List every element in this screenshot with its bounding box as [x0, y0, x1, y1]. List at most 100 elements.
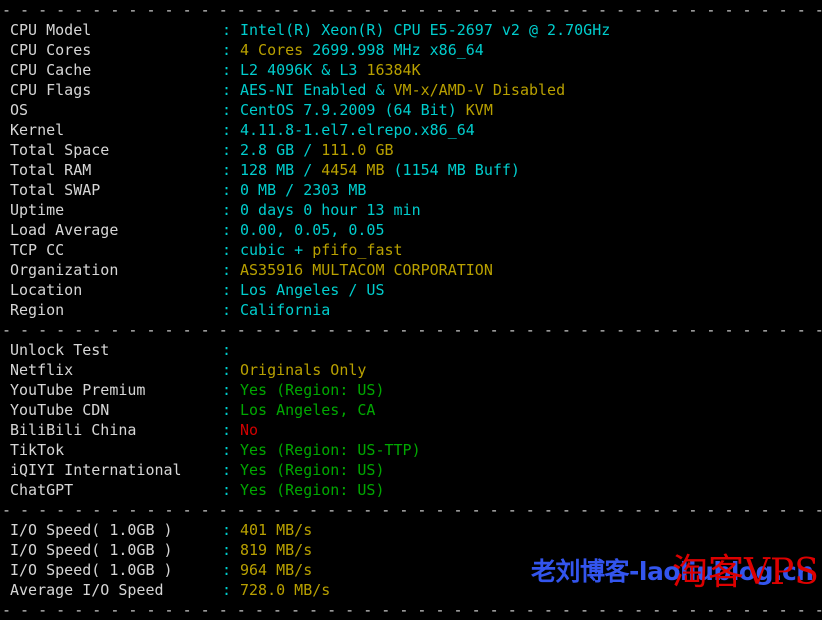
system-info-row-value: 2.8 GB / 111.0 GB [240, 140, 394, 160]
system-info-row: Total Space:2.8 GB / 111.0 GB [10, 140, 822, 160]
system-info-row-label: CPU Model [10, 21, 92, 39]
system-info-row: OS: CentOS 7.9.2009 (64 Bit) KVM [10, 100, 822, 120]
unlock-test-row-label: Unlock Test [10, 341, 110, 359]
unlock-test-row: YouTube CDN: Los Angeles, CA [10, 400, 822, 420]
system-info-row-value: CentOS 7.9.2009 (64 Bit) KVM [240, 100, 493, 120]
separator-top: - - - - - - - - - - - - - - - - - - - - … [2, 1, 822, 19]
system-info-row: Organization: AS35916 MULTACOM CORPORATIO… [10, 260, 822, 280]
io-speed-row-label: Average I/O Speed [10, 581, 164, 599]
system-info-row: Total SWAP:0 MB / 2303 MB [10, 180, 822, 200]
system-info-row-value-part: KVM [465, 101, 493, 119]
system-info-row-colon: : [222, 141, 232, 159]
system-info-row-colon: : [222, 161, 232, 179]
io-speed-row-value: 964 MB/s [240, 560, 312, 580]
system-info-row-value-part: 2699.998 MHz x86_64 [312, 41, 484, 59]
system-info-row-value-part: Los Angeles / US [240, 281, 385, 299]
unlock-test-row-value: Yes (Region: US) [240, 480, 385, 500]
io-speed-row-value: 819 MB/s [240, 540, 312, 560]
io-speed-row-value-part: 401 MB/s [240, 521, 313, 539]
system-info-row-value-part: 111.0 GB [321, 141, 394, 159]
system-info-row-value-part: & [321, 61, 340, 79]
system-info-section: CPU Model: Intel(R) Xeon(R) CPU E5-2697 v… [0, 20, 822, 320]
system-info-row-value: cubic + pfifo_fast [240, 240, 403, 260]
system-info-row-value-part: 2.8 GB / [240, 141, 322, 159]
system-info-row-value-part: 0.00, 0.05, 0.05 [240, 221, 385, 239]
system-info-row-colon: : [222, 261, 232, 279]
unlock-test-row-label: YouTube CDN [10, 401, 110, 419]
io-speed-row-value-part: 964 MB/s [240, 561, 313, 579]
unlock-test-row-colon: : [222, 401, 232, 419]
unlock-test-row-value-part: Yes (Region: US) [240, 481, 385, 499]
system-info-row: CPU Cache: L2 4096K & L3 16384K [10, 60, 822, 80]
io-speed-row-label: I/O Speed( 1.0GB ) [10, 521, 173, 539]
io-speed-row: I/O Speed( 1.0GB ):964 MB/s [10, 560, 822, 580]
unlock-test-section: Unlock Test: Netflix: Originals Only YouTub… [0, 340, 822, 500]
system-info-row-colon: : [222, 81, 232, 99]
system-info-row-value-part: 16384K [366, 61, 421, 79]
system-info-row-value: AES-NI Enabled & VM-x/AMD-V Disabled [240, 80, 565, 100]
system-info-row-colon: : [222, 21, 232, 39]
unlock-test-row-label: YouTube Premium [10, 381, 146, 399]
system-info-row-label: Kernel [10, 121, 65, 139]
io-speed-row-label: I/O Speed( 1.0GB ) [10, 541, 173, 559]
unlock-test-row-label: ChatGPT [10, 481, 74, 499]
system-info-row-label: Organization [10, 261, 119, 279]
system-info-row-value-part: 4.11.8-1.el7.elrepo.x86_64 [240, 121, 475, 139]
unlock-test-row: Netflix: Originals Only [10, 360, 822, 380]
system-info-row-value: Intel(R) Xeon(R) CPU E5-2697 v2 @ 2.70GH… [240, 20, 610, 40]
unlock-test-row-value-part: Yes (Region: US) [240, 381, 385, 399]
system-info-row-colon: : [222, 281, 232, 299]
system-info-row-value: 0.00, 0.05, 0.05 [240, 220, 385, 240]
system-info-row-value: California [240, 300, 330, 320]
unlock-test-row-value-part: Originals Only [240, 361, 367, 379]
system-info-row-value-part: CentOS 7.9.2009 (64 Bit) [240, 101, 466, 119]
system-info-row-value: AS35916 MULTACOM CORPORATION [240, 260, 493, 280]
unlock-test-row-value-part: No [240, 421, 259, 439]
unlock-test-row-value: Los Angeles, CA [240, 400, 375, 420]
system-info-row-label: Region [10, 301, 65, 319]
system-info-row: CPU Cores:4 Cores 2699.998 MHz x86_64 [10, 40, 822, 60]
system-info-row-value-part: AS35916 MULTACOM CORPORATION [240, 261, 493, 279]
system-info-row: Total RAM:128 MB / 4454 MB (1154 MB Buff… [10, 160, 822, 180]
io-speed-row: I/O Speed( 1.0GB ):819 MB/s [10, 540, 822, 560]
system-info-row-value-part: cubic + [240, 241, 313, 259]
system-info-row: Load Average:0.00, 0.05, 0.05 [10, 220, 822, 240]
io-speed-row-label: I/O Speed( 1.0GB ) [10, 561, 173, 579]
io-speed-row-colon: : [222, 541, 232, 559]
system-info-row: Region: California [10, 300, 822, 320]
unlock-test-row-value: No [240, 420, 258, 440]
system-info-row-colon: : [222, 201, 232, 219]
unlock-test-row-value: Originals Only [240, 360, 366, 380]
system-info-row-value: L2 4096K & L3 16384K [240, 60, 421, 80]
system-info-row-label: Load Average [10, 221, 119, 239]
unlock-test-row-colon: : [222, 421, 232, 439]
system-info-row-value-part: Intel(R) Xeon(R) CPU E5-2697 v2 @ 2.70GH… [240, 21, 611, 39]
system-info-row-label: Total SWAP [10, 181, 101, 199]
system-info-row-value-part: 4454 MB [321, 161, 394, 179]
unlock-test-row: ChatGPT: Yes (Region: US) [10, 480, 822, 500]
system-info-row-colon: : [222, 221, 232, 239]
unlock-test-row-colon: : [222, 341, 232, 359]
unlock-test-row: TikTok: Yes (Region: US-TTP) [10, 440, 822, 460]
io-speed-row: I/O Speed( 1.0GB ):401 MB/s [10, 520, 822, 540]
system-info-row-label: CPU Cores [10, 41, 92, 59]
io-speed-row-value-part: 728.0 MB/s [240, 581, 331, 599]
unlock-test-row: iQIYI International: Yes (Region: US) [10, 460, 822, 480]
io-speed-row-colon: : [222, 561, 232, 579]
system-info-row: Location: Los Angeles / US [10, 280, 822, 300]
system-info-row-label: CPU Flags [10, 81, 92, 99]
unlock-test-row: Unlock Test: [10, 340, 822, 360]
system-info-row-value-part: 0 MB / 2303 MB [240, 181, 367, 199]
system-info-row: Uptime:0 days 0 hour 13 min [10, 200, 822, 220]
system-info-row: Kernel:4.11.8-1.el7.elrepo.x86_64 [10, 120, 822, 140]
system-info-row-colon: : [222, 41, 232, 59]
unlock-test-row-value: Yes (Region: US) [240, 380, 385, 400]
unlock-test-row-colon: : [222, 381, 232, 399]
system-info-row: TCP CC: cubic + pfifo_fast [10, 240, 822, 260]
unlock-test-row-label: Netflix [10, 361, 74, 379]
system-info-row-value: 4 Cores 2699.998 MHz x86_64 [240, 40, 484, 60]
system-info-row-label: Uptime [10, 201, 65, 219]
system-info-row-value-part: (1154 MB Buff) [393, 161, 520, 179]
system-info-row: CPU Model: Intel(R) Xeon(R) CPU E5-2697 v… [10, 20, 822, 40]
unlock-test-row-label: TikTok [10, 441, 65, 459]
